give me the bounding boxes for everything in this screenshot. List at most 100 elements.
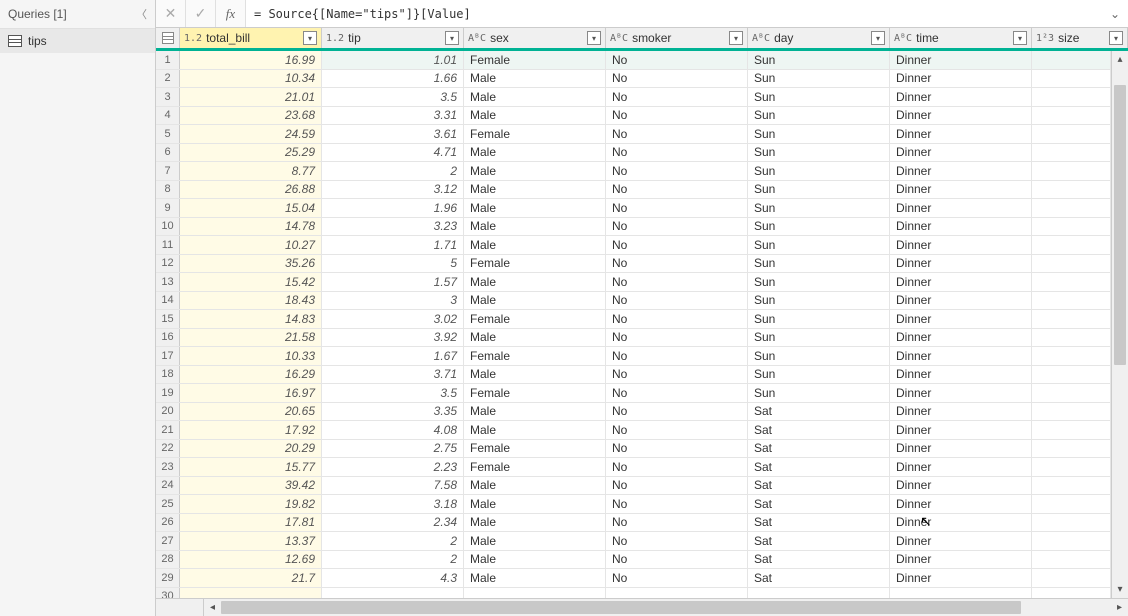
cell-day[interactable]: Sat bbox=[748, 569, 890, 587]
cell-day[interactable]: Sun bbox=[748, 70, 890, 88]
cell-size[interactable] bbox=[1032, 347, 1111, 365]
cell-tip[interactable]: 3.02 bbox=[322, 310, 464, 328]
cell-smoker[interactable]: No bbox=[606, 347, 748, 365]
cell-sex[interactable]: Female bbox=[464, 384, 606, 402]
column-filter-button[interactable]: ▾ bbox=[1109, 31, 1123, 45]
cell-sex[interactable]: Male bbox=[464, 551, 606, 569]
cell-total_bill[interactable]: 16.29 bbox=[180, 366, 322, 384]
cell-total_bill[interactable]: 10.33 bbox=[180, 347, 322, 365]
table-row[interactable]: 2315.772.23FemaleNoSatDinner bbox=[156, 458, 1111, 477]
cell-day[interactable]: Sun bbox=[748, 310, 890, 328]
cell-day[interactable]: Sun bbox=[748, 236, 890, 254]
table-row[interactable]: 210.341.66MaleNoSunDinner bbox=[156, 70, 1111, 89]
table-row[interactable]: 78.772MaleNoSunDinner bbox=[156, 162, 1111, 181]
cell-sex[interactable]: Male bbox=[464, 218, 606, 236]
cell-total_bill[interactable]: 15.04 bbox=[180, 199, 322, 217]
scroll-left-icon[interactable]: ◂ bbox=[204, 599, 221, 616]
cell-total_bill[interactable]: 20.65 bbox=[180, 403, 322, 421]
cell-size[interactable] bbox=[1032, 551, 1111, 569]
cell-time[interactable]: Dinner bbox=[890, 236, 1032, 254]
table-row[interactable]: 2439.427.58MaleNoSatDinner bbox=[156, 477, 1111, 496]
row-number[interactable]: 25 bbox=[156, 495, 180, 513]
cell-day[interactable]: Sun bbox=[748, 366, 890, 384]
cell-tip[interactable]: 4.08 bbox=[322, 421, 464, 439]
row-number[interactable]: 24 bbox=[156, 477, 180, 495]
cell-tip[interactable]: 3.35 bbox=[322, 403, 464, 421]
table-row[interactable]: 915.041.96MaleNoSunDinner bbox=[156, 199, 1111, 218]
cell-tip[interactable]: 2.23 bbox=[322, 458, 464, 476]
cell-total_bill[interactable]: 13.37 bbox=[180, 532, 322, 550]
table-row[interactable]: 1514.833.02FemaleNoSunDinner bbox=[156, 310, 1111, 329]
cell-tip[interactable]: 3.31 bbox=[322, 107, 464, 125]
cell-tip[interactable]: 2.34 bbox=[322, 514, 464, 532]
cell-day[interactable]: Sat bbox=[748, 440, 890, 458]
table-row[interactable]: 625.294.71MaleNoSunDinner bbox=[156, 144, 1111, 163]
cell-day[interactable]: Sun bbox=[748, 125, 890, 143]
table-row[interactable]: 1110.271.71MaleNoSunDinner bbox=[156, 236, 1111, 255]
cell-size[interactable] bbox=[1032, 199, 1111, 217]
cell-total_bill[interactable]: 16.99 bbox=[180, 51, 322, 69]
cell-sex[interactable] bbox=[464, 588, 606, 599]
cell-day[interactable]: Sun bbox=[748, 107, 890, 125]
cell-day[interactable]: Sat bbox=[748, 477, 890, 495]
cell-size[interactable] bbox=[1032, 458, 1111, 476]
cell-sex[interactable]: Female bbox=[464, 440, 606, 458]
horizontal-scrollbar[interactable]: ◂ ▸ bbox=[156, 598, 1128, 616]
table-row[interactable]: 1014.783.23MaleNoSunDinner bbox=[156, 218, 1111, 237]
cell-sex[interactable]: Female bbox=[464, 255, 606, 273]
cell-smoker[interactable]: No bbox=[606, 162, 748, 180]
table-row[interactable]: 2812.692MaleNoSatDinner bbox=[156, 551, 1111, 570]
cell-sex[interactable]: Male bbox=[464, 495, 606, 513]
cell-time[interactable]: Dinner bbox=[890, 144, 1032, 162]
cell-total_bill[interactable]: 8.77 bbox=[180, 162, 322, 180]
cell-smoker[interactable]: No bbox=[606, 403, 748, 421]
cell-smoker[interactable]: No bbox=[606, 125, 748, 143]
cell-total_bill[interactable]: 17.92 bbox=[180, 421, 322, 439]
column-header-tip[interactable]: 1.2tip▾ bbox=[322, 28, 464, 48]
cell-smoker[interactable]: No bbox=[606, 107, 748, 125]
cell-sex[interactable]: Male bbox=[464, 421, 606, 439]
cell-sex[interactable]: Male bbox=[464, 403, 606, 421]
cell-size[interactable] bbox=[1032, 421, 1111, 439]
cell-sex[interactable]: Male bbox=[464, 477, 606, 495]
formula-fx-button[interactable]: fx bbox=[216, 0, 246, 27]
cell-sex[interactable]: Male bbox=[464, 181, 606, 199]
cell-tip[interactable]: 1.57 bbox=[322, 273, 464, 291]
cell-sex[interactable]: Female bbox=[464, 458, 606, 476]
cell-total_bill[interactable]: 21.7 bbox=[180, 569, 322, 587]
cell-tip[interactable]: 3.12 bbox=[322, 181, 464, 199]
cell-time[interactable]: Dinner bbox=[890, 532, 1032, 550]
cell-smoker[interactable]: No bbox=[606, 458, 748, 476]
cell-time[interactable]: Dinner bbox=[890, 162, 1032, 180]
cell-total_bill[interactable]: 20.29 bbox=[180, 440, 322, 458]
scroll-thumb-vertical[interactable] bbox=[1114, 85, 1126, 365]
row-number[interactable]: 12 bbox=[156, 255, 180, 273]
query-item-tips[interactable]: tips bbox=[0, 29, 155, 53]
row-number[interactable]: 19 bbox=[156, 384, 180, 402]
cell-smoker[interactable]: No bbox=[606, 495, 748, 513]
cell-smoker[interactable]: No bbox=[606, 181, 748, 199]
row-number[interactable]: 14 bbox=[156, 292, 180, 310]
table-row[interactable]: 2220.292.75FemaleNoSatDinner bbox=[156, 440, 1111, 459]
row-number[interactable]: 4 bbox=[156, 107, 180, 125]
cell-size[interactable] bbox=[1032, 310, 1111, 328]
row-number[interactable]: 15 bbox=[156, 310, 180, 328]
table-row[interactable]: 1418.433MaleNoSunDinner bbox=[156, 292, 1111, 311]
row-number[interactable]: 20 bbox=[156, 403, 180, 421]
cell-sex[interactable]: Male bbox=[464, 144, 606, 162]
cell-day[interactable]: Sun bbox=[748, 329, 890, 347]
cell-tip[interactable]: 3 bbox=[322, 292, 464, 310]
cell-day[interactable]: Sun bbox=[748, 273, 890, 291]
cell-time[interactable]: Dinner bbox=[890, 403, 1032, 421]
cell-size[interactable] bbox=[1032, 329, 1111, 347]
cell-tip[interactable]: 2 bbox=[322, 162, 464, 180]
cell-smoker[interactable]: No bbox=[606, 569, 748, 587]
cell-sex[interactable]: Male bbox=[464, 162, 606, 180]
row-number[interactable]: 30 bbox=[156, 588, 180, 599]
row-number[interactable]: 28 bbox=[156, 551, 180, 569]
cell-size[interactable] bbox=[1032, 70, 1111, 88]
cell-sex[interactable]: Female bbox=[464, 347, 606, 365]
cell-smoker[interactable]: No bbox=[606, 384, 748, 402]
column-header-smoker[interactable]: AᴮCsmoker▾ bbox=[606, 28, 748, 48]
column-header-size[interactable]: 1²3size▾ bbox=[1032, 28, 1128, 48]
